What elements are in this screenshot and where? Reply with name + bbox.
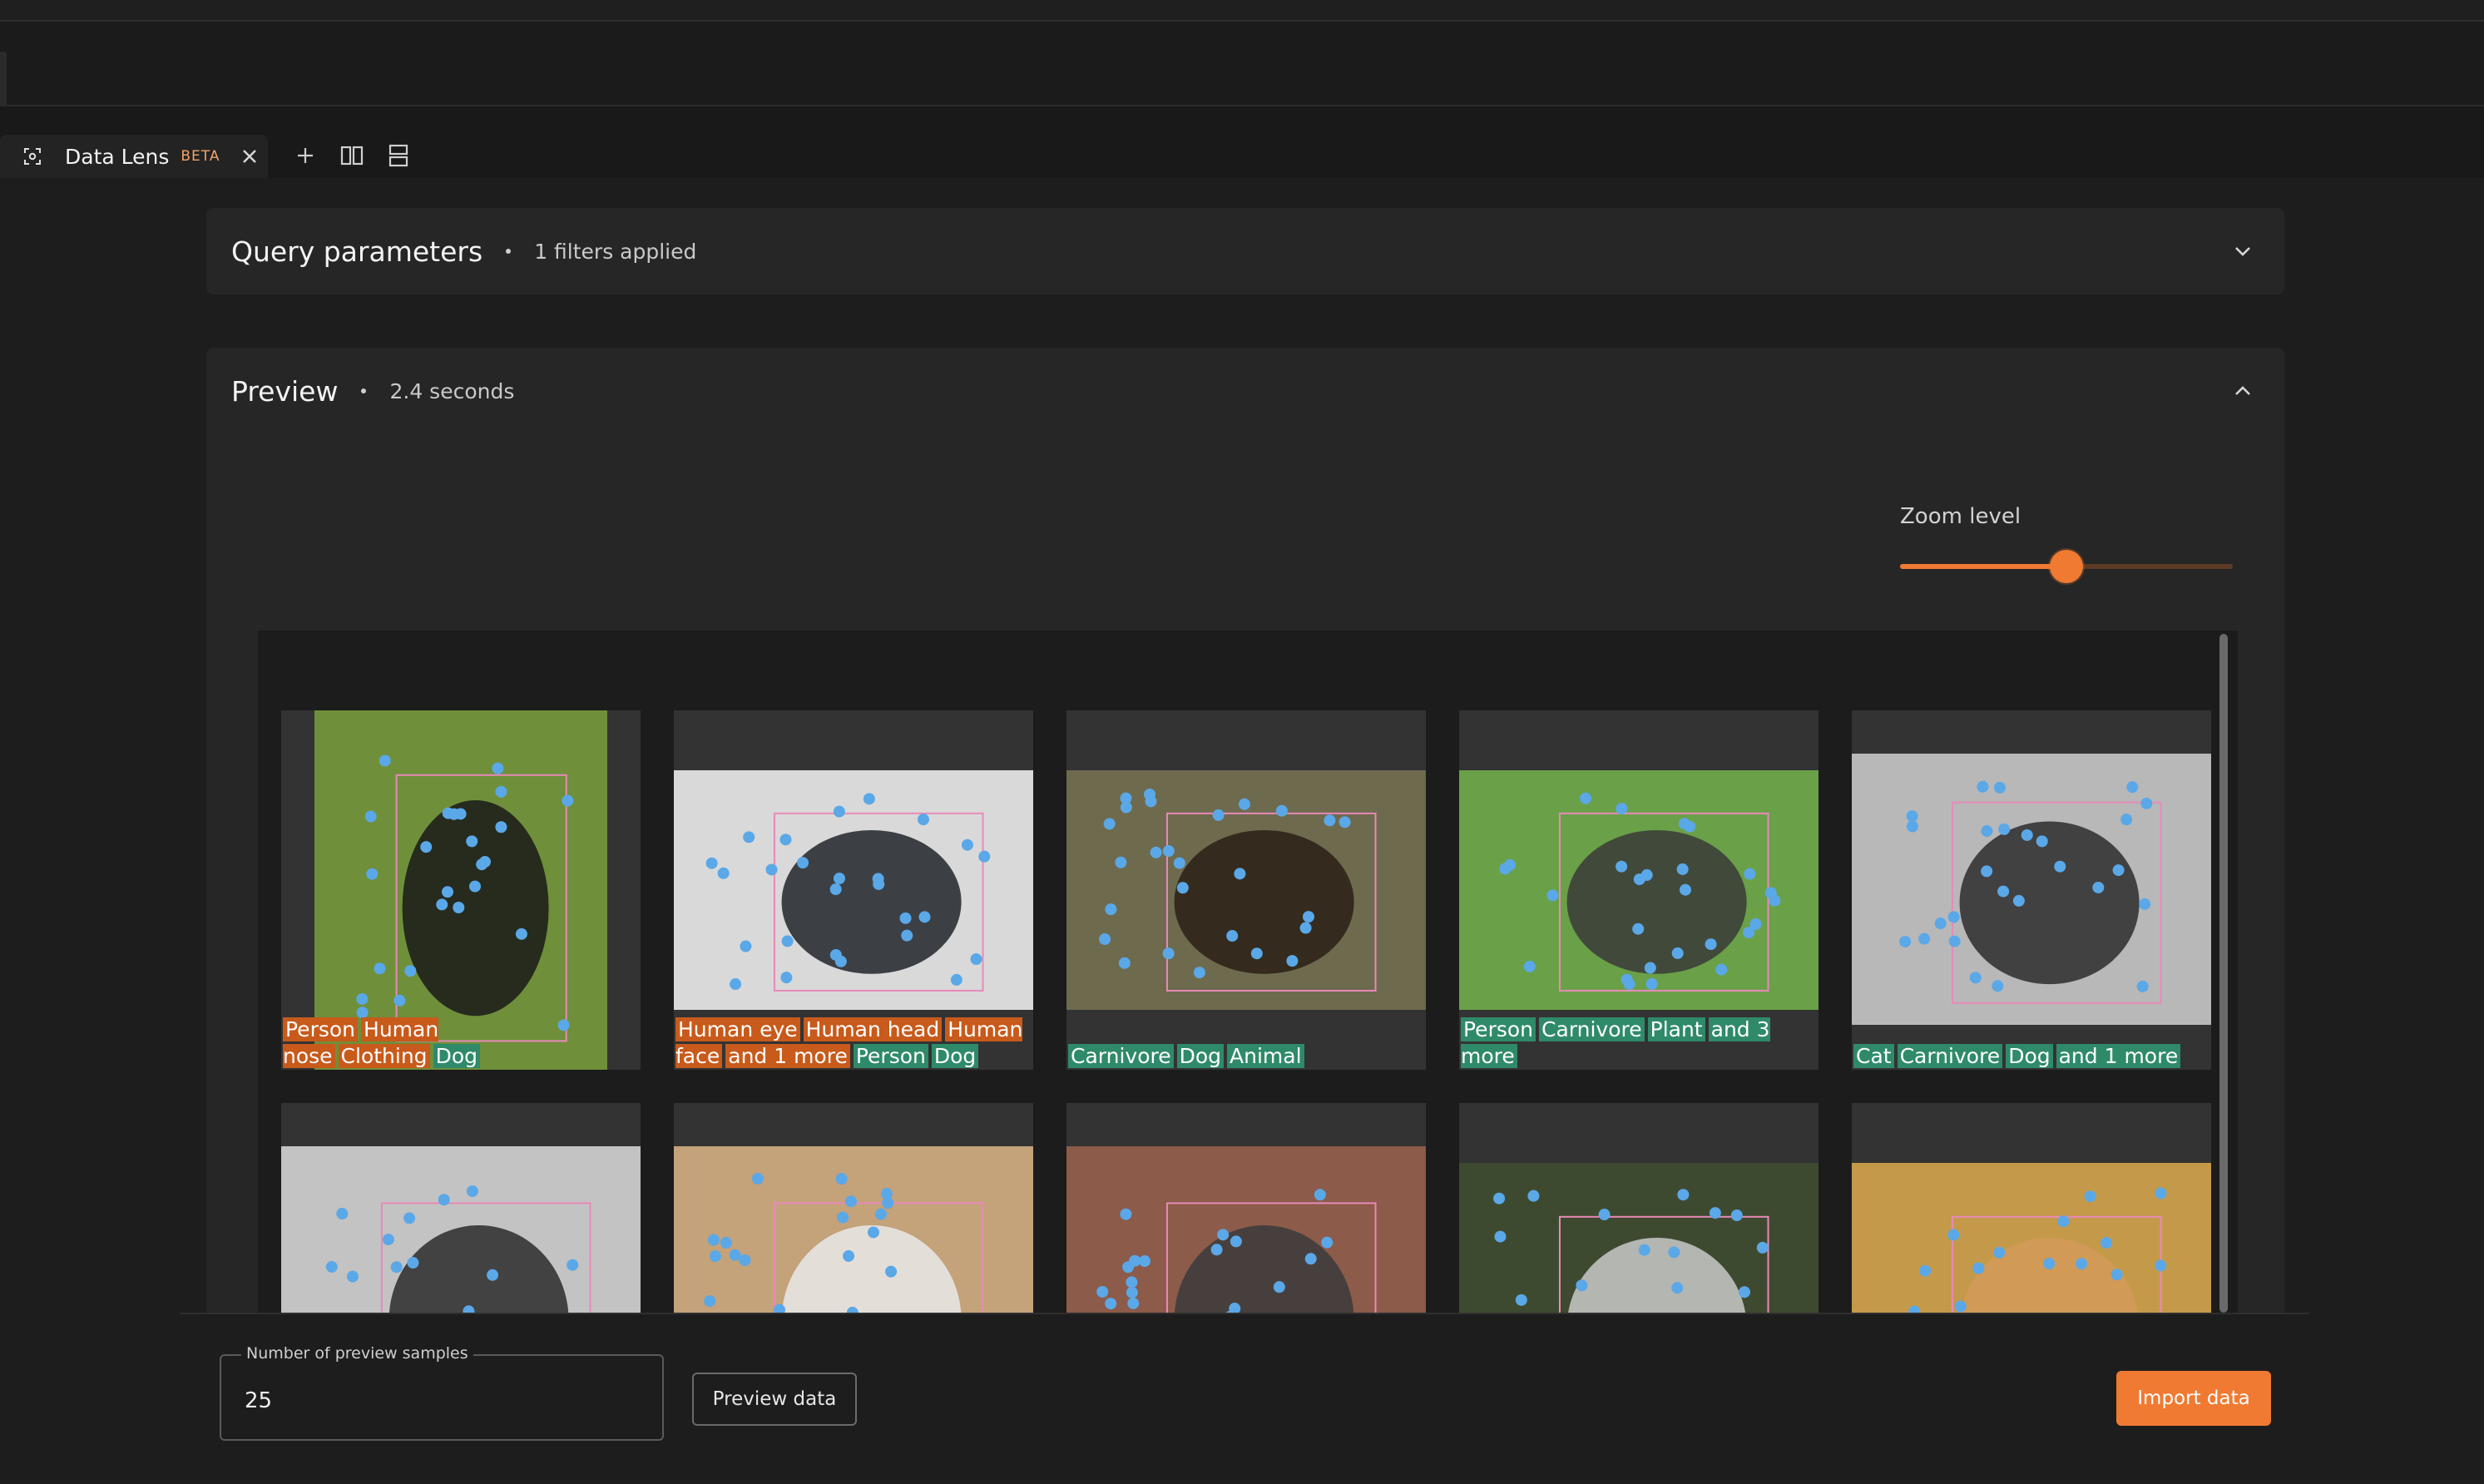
- split-horizontal-icon[interactable]: [339, 143, 364, 168]
- label-tag: Person: [853, 1044, 928, 1068]
- sample-image: [674, 1146, 1033, 1313]
- label-tag: Carnivore: [1897, 1044, 2003, 1068]
- sample-thumbnail[interactable]: Person Carnivore Plant and 3 more: [1459, 710, 1818, 1070]
- toolbar-strip: [0, 22, 2484, 111]
- label-tag: and 1 more: [2056, 1044, 2181, 1068]
- close-icon[interactable]: [239, 146, 260, 167]
- preview-data-button[interactable]: Preview data: [692, 1373, 857, 1426]
- chevron-up-icon[interactable]: [2231, 379, 2254, 403]
- preview-duration: 2.4 seconds: [389, 378, 515, 403]
- sample-thumbnail[interactable]: Human eye Human head Human face and 1 more P…: [674, 710, 1033, 1070]
- sample-thumbnail[interactable]: [1066, 1103, 1426, 1313]
- sample-tags: Cat Carnivore Dog and 1 more: [1852, 1043, 2211, 1070]
- data-lens-icon: [23, 147, 42, 166]
- beta-badge: BETA: [181, 148, 220, 165]
- label-tag: Carnivore: [1068, 1044, 1174, 1068]
- sample-image: [1852, 754, 2211, 1025]
- split-vertical-icon[interactable]: [386, 143, 411, 168]
- sample-thumbnail[interactable]: Person Human nose Clothing Dog: [281, 710, 641, 1070]
- sample-thumbnail[interactable]: [281, 1103, 641, 1313]
- sample-image: [1459, 1163, 1818, 1313]
- label-tag: Carnivore: [1539, 1017, 1645, 1041]
- label-tag: and 1 more: [725, 1044, 850, 1068]
- grid-scrollbar[interactable]: [2219, 634, 2228, 1313]
- sample-image: [281, 1146, 641, 1313]
- zoom-level-label: Zoom level: [1900, 504, 2021, 529]
- label-tag: Clothing: [338, 1044, 430, 1068]
- label-tag: Human head: [803, 1017, 943, 1041]
- separator-dot: [506, 249, 512, 254]
- label-tag: Dog: [931, 1044, 979, 1068]
- zoom-slider-thumb[interactable]: [2050, 550, 2083, 583]
- zoom-slider[interactable]: [1900, 550, 2233, 583]
- sample-thumbnail[interactable]: Carnivore Dog Animal: [1066, 710, 1426, 1070]
- label-tag: Dog: [433, 1044, 480, 1068]
- label-tag: Dog: [2006, 1044, 2053, 1068]
- sample-image: [1066, 1146, 1426, 1313]
- tab-actions: [293, 143, 411, 168]
- sample-tags: Person Human nose Clothing Dog: [281, 1017, 641, 1070]
- preview-samples-field[interactable]: Number of preview samples: [220, 1344, 664, 1441]
- preview-samples-label: Number of preview samples: [241, 1344, 473, 1363]
- label-tag: Human eye: [675, 1017, 800, 1041]
- sample-thumbnail[interactable]: Cat Carnivore Dog and 1 more: [1852, 710, 2211, 1070]
- add-tab-icon[interactable]: [293, 143, 318, 168]
- sample-grid: Person Human nose Clothing Dog Human eye Huma…: [258, 631, 2238, 1313]
- label-tag: Dog: [1176, 1044, 1225, 1068]
- sidebar-handle[interactable]: [0, 52, 7, 111]
- sample-image: [1459, 770, 1818, 1010]
- zoom-slider-fill: [1900, 564, 2066, 569]
- sample-thumbnail[interactable]: [674, 1103, 1033, 1313]
- sample-tags: Human eye Human head Human face and 1 more P…: [674, 1017, 1033, 1070]
- tab-data-lens[interactable]: Data Lens BETA: [0, 135, 268, 178]
- sample-tags: Person Carnivore Plant and 3 more: [1459, 1017, 1818, 1070]
- sample-thumbnail[interactable]: [1852, 1103, 2211, 1313]
- query-title: Query parameters: [231, 235, 483, 268]
- sample-tags: Carnivore Dog Animal: [1066, 1043, 1426, 1070]
- label-tag: Cat: [1853, 1044, 1894, 1068]
- filters-applied-text: 1 filters applied: [534, 239, 697, 264]
- separator-dot: [361, 388, 367, 393]
- label-tag: Plant: [1647, 1017, 1705, 1041]
- label-tag: Person: [1461, 1017, 1536, 1041]
- preview-samples-input[interactable]: [243, 1388, 629, 1414]
- preview-title: Preview: [231, 374, 339, 408]
- sample-image: [1066, 770, 1426, 1010]
- sample-image: [1852, 1163, 2211, 1313]
- tab-title: Data Lens: [65, 144, 170, 169]
- import-data-button[interactable]: Import data: [2116, 1371, 2271, 1426]
- sample-thumbnail[interactable]: [1459, 1103, 1818, 1313]
- query-parameters-panel[interactable]: Query parameters 1 filters applied: [206, 208, 2284, 294]
- label-tag: Animal: [1227, 1044, 1304, 1068]
- window-top-bar: [0, 0, 2484, 22]
- chevron-down-icon[interactable]: [2231, 240, 2254, 263]
- sample-image: [674, 770, 1033, 1010]
- label-tag: Person: [283, 1017, 359, 1041]
